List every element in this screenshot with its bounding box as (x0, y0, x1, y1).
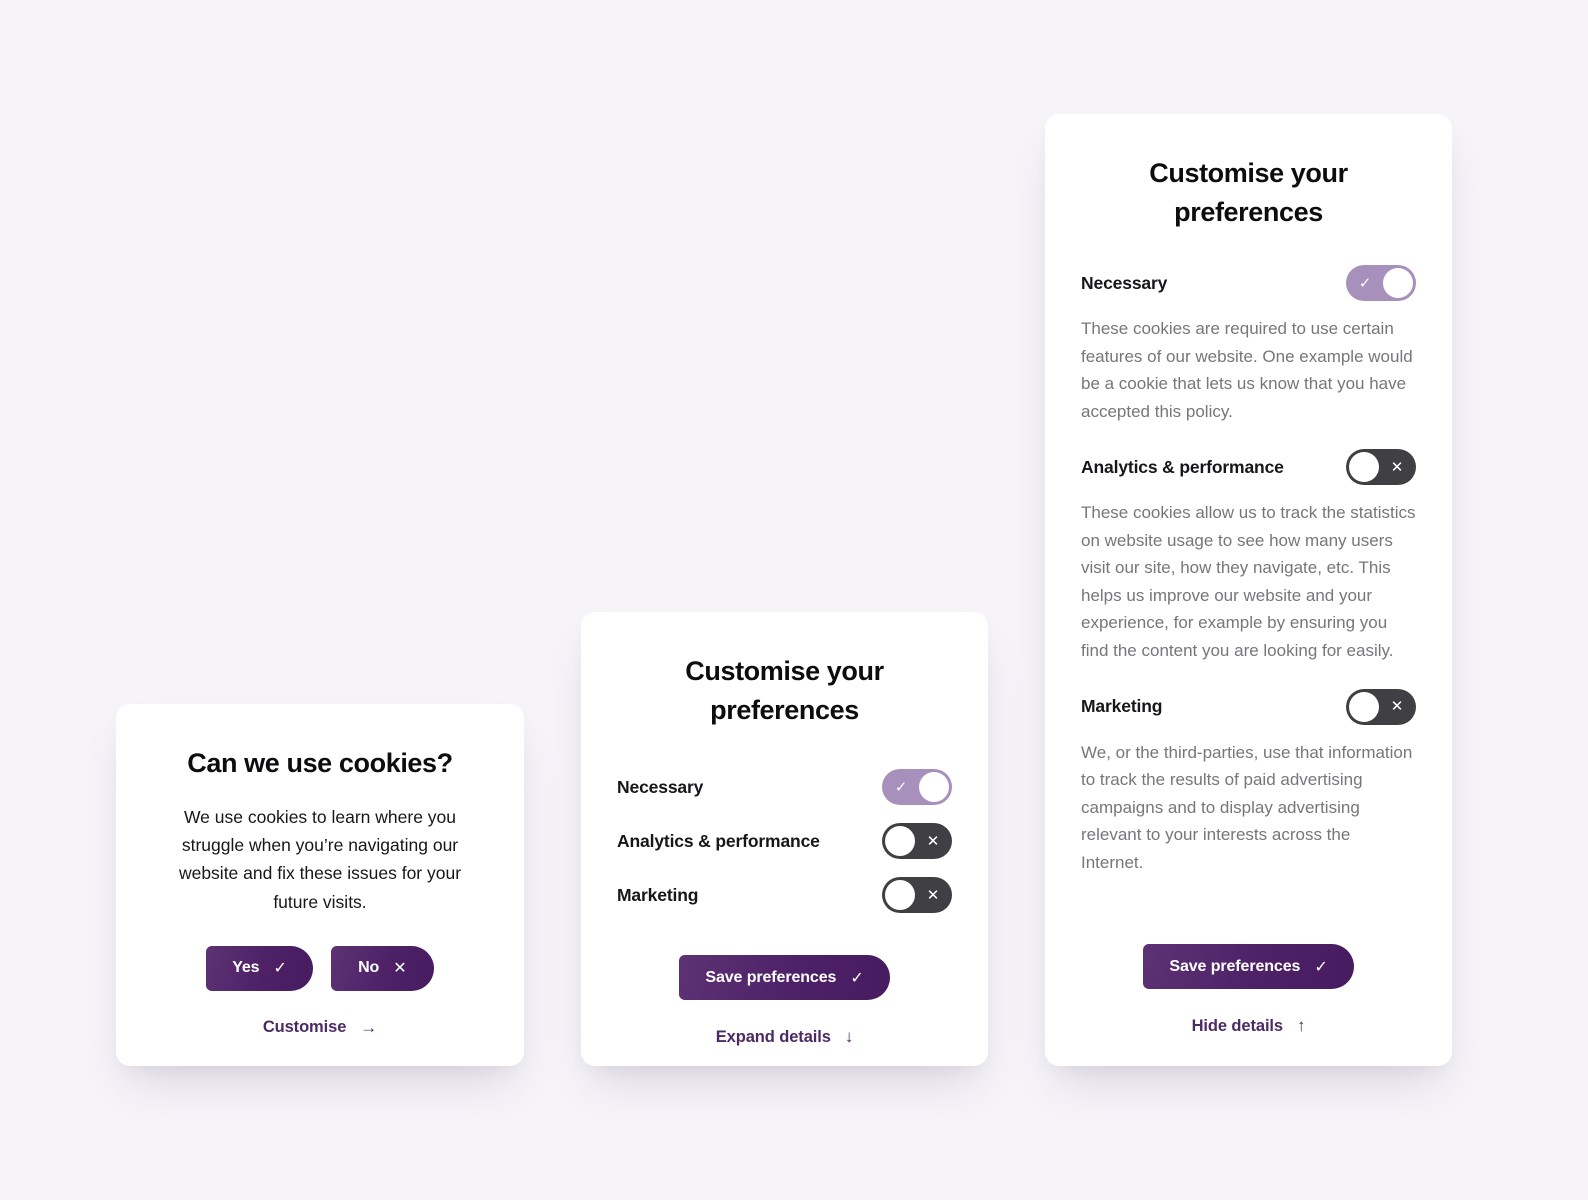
preference-label: Analytics & performance (617, 830, 820, 851)
preference-description-necessary: These cookies are required to use certai… (1081, 319, 1413, 421)
toggle-necessary[interactable]: ✓ (882, 769, 952, 806)
screenshot-stage: Can we use cookies? We use cookies to le… (0, 0, 1588, 1200)
save-button-label: Save preferences (1169, 957, 1301, 975)
toggle-knob (885, 880, 915, 911)
accept-button-label: Yes (232, 959, 260, 977)
toggle-analytics[interactable]: ✕ (882, 823, 952, 860)
save-preferences-button-compact[interactable]: Save preferences ✓ (679, 955, 890, 1001)
expanded-title: Customise your preferences (1149, 158, 1348, 227)
decline-button-label: No (358, 959, 380, 977)
check-icon: ✓ (273, 960, 287, 978)
consent-actions: Yes ✓ No ✕ (152, 945, 488, 991)
preference-label: Necessary (1081, 272, 1168, 293)
toggle-knob (1349, 452, 1379, 483)
cross-icon: ✕ (1390, 458, 1404, 476)
preference-list-expanded: Necessary ✓ These cookies are required t… (1081, 265, 1416, 900)
save-preferences-button-expanded[interactable]: Save preferences ✓ (1143, 944, 1354, 989)
check-icon: ✓ (894, 778, 908, 796)
preference-label: Analytics & performance (1081, 456, 1284, 477)
preference-row-marketing: Marketing ✕ (617, 877, 952, 914)
accept-cookies-button[interactable]: Yes ✓ (206, 945, 313, 991)
expanded-card-body: Customise your preferences Necessary ✓ T… (1045, 114, 1452, 1066)
cross-icon: ✕ (1390, 698, 1404, 716)
preference-description-marketing: We, or the third-parties, use that infor… (1081, 742, 1413, 872)
preference-row-necessary: Necessary ✓ (617, 769, 952, 806)
preference-label: Marketing (1081, 696, 1163, 717)
check-icon: ✓ (1358, 274, 1372, 292)
toggle-knob (919, 772, 949, 803)
cookie-consent-card: Can we use cookies? We use cookies to le… (116, 704, 524, 1066)
preference-label: Necessary (617, 776, 704, 797)
preference-row-necessary: Necessary ✓ (1081, 265, 1416, 302)
consent-card-body: Can we use cookies? We use cookies to le… (116, 704, 524, 1066)
check-icon: ✓ (850, 969, 864, 987)
decline-cookies-button[interactable]: No ✕ (330, 945, 434, 991)
preference-row-analytics: Analytics & performance ✕ (1081, 449, 1416, 486)
arrow-up-icon: ↑ (1297, 1016, 1306, 1035)
arrow-down-icon: ↓ (844, 1027, 854, 1047)
preference-row-analytics: Analytics & performance ✕ (617, 823, 952, 860)
save-button-label: Save preferences (705, 968, 837, 986)
cross-icon: ✕ (926, 886, 940, 904)
expand-details-link[interactable]: Expand details ↓ (617, 1027, 952, 1047)
customise-link[interactable]: Customise → (152, 1018, 488, 1038)
consent-title: Can we use cookies? (187, 748, 453, 778)
expanded-save-row: Save preferences ✓ (1081, 944, 1416, 989)
expand-details-label: Expand details (715, 1027, 831, 1046)
preference-row-marketing: Marketing ✕ (1081, 688, 1416, 725)
check-icon: ✓ (1314, 958, 1328, 976)
hide-details-link[interactable]: Hide details ↑ (1081, 1016, 1416, 1036)
preference-description-analytics: These cookies allow us to track the stat… (1081, 503, 1416, 660)
toggle-knob (1383, 268, 1413, 299)
hide-details-label: Hide details (1191, 1016, 1284, 1035)
toggle-analytics[interactable]: ✕ (1346, 449, 1416, 486)
cross-icon: ✕ (393, 960, 407, 978)
compact-title: Customise your preferences (685, 656, 884, 725)
customise-link-label: Customise (262, 1018, 347, 1037)
arrow-right-icon: → (360, 1017, 378, 1037)
consent-description: We use cookies to learn where you strugg… (178, 806, 462, 912)
preferences-expanded-card: Customise your preferences Necessary ✓ T… (1045, 114, 1452, 1066)
toggle-necessary[interactable]: ✓ (1346, 265, 1416, 302)
preference-label: Marketing (617, 884, 699, 905)
toggle-knob (885, 826, 915, 857)
toggle-marketing[interactable]: ✕ (882, 877, 952, 914)
preference-list-compact: Necessary ✓ Analytics & performance ✕ Ma… (617, 769, 952, 931)
toggle-marketing[interactable]: ✕ (1346, 688, 1416, 725)
toggle-knob (1349, 691, 1379, 722)
preferences-compact-card: Customise your preferences Necessary ✓ A… (581, 612, 988, 1066)
compact-save-row: Save preferences ✓ (617, 955, 952, 1001)
expanded-spacer (1081, 900, 1416, 944)
cross-icon: ✕ (926, 832, 940, 850)
compact-card-body: Customise your preferences Necessary ✓ A… (581, 612, 988, 1066)
